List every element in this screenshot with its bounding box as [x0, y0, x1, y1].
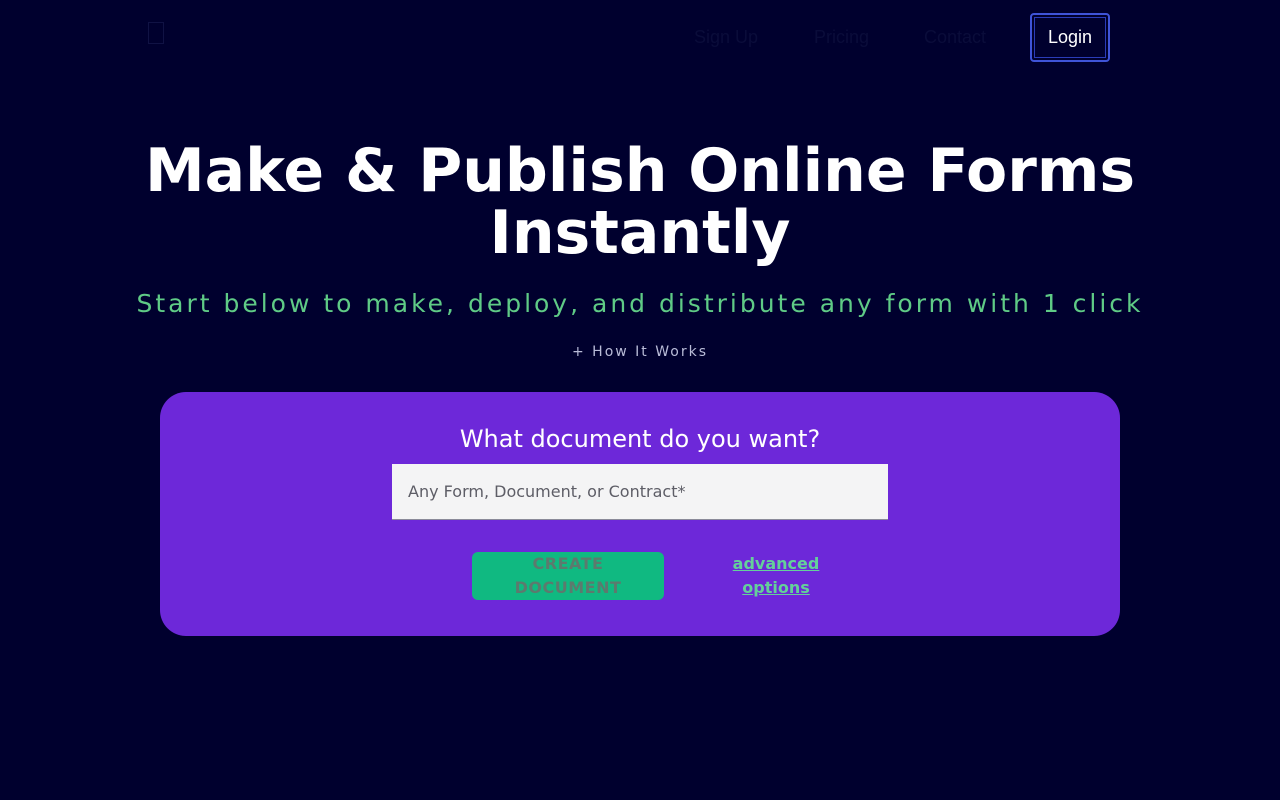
page: Sign Up Pricing Contact Login Make & Pub…: [0, 0, 1280, 800]
create-document-card: What document do you want? CREATE DOCUME…: [160, 392, 1120, 636]
advanced-options-link[interactable]: advanced options: [720, 552, 832, 600]
login-button[interactable]: Login: [1030, 13, 1110, 62]
hero-title: Make & Publish Online Forms Instantly: [144, 136, 1136, 268]
nav-pricing-link[interactable]: Pricing: [814, 26, 869, 48]
document-icon[interactable]: [148, 22, 164, 44]
card-title: What document do you want?: [459, 425, 821, 453]
hero-subtitle: Start below to make, deploy, and distrib…: [136, 289, 1144, 318]
create-document-button[interactable]: CREATE DOCUMENT: [472, 552, 664, 600]
how-it-works-toggle[interactable]: + How It Works: [0, 342, 1280, 362]
document-search-input[interactable]: [392, 464, 888, 520]
nav-contact-link[interactable]: Contact: [924, 26, 986, 48]
nav-signup-link[interactable]: Sign Up: [694, 26, 758, 48]
top-nav: Sign Up Pricing Contact Login: [0, 0, 1280, 76]
